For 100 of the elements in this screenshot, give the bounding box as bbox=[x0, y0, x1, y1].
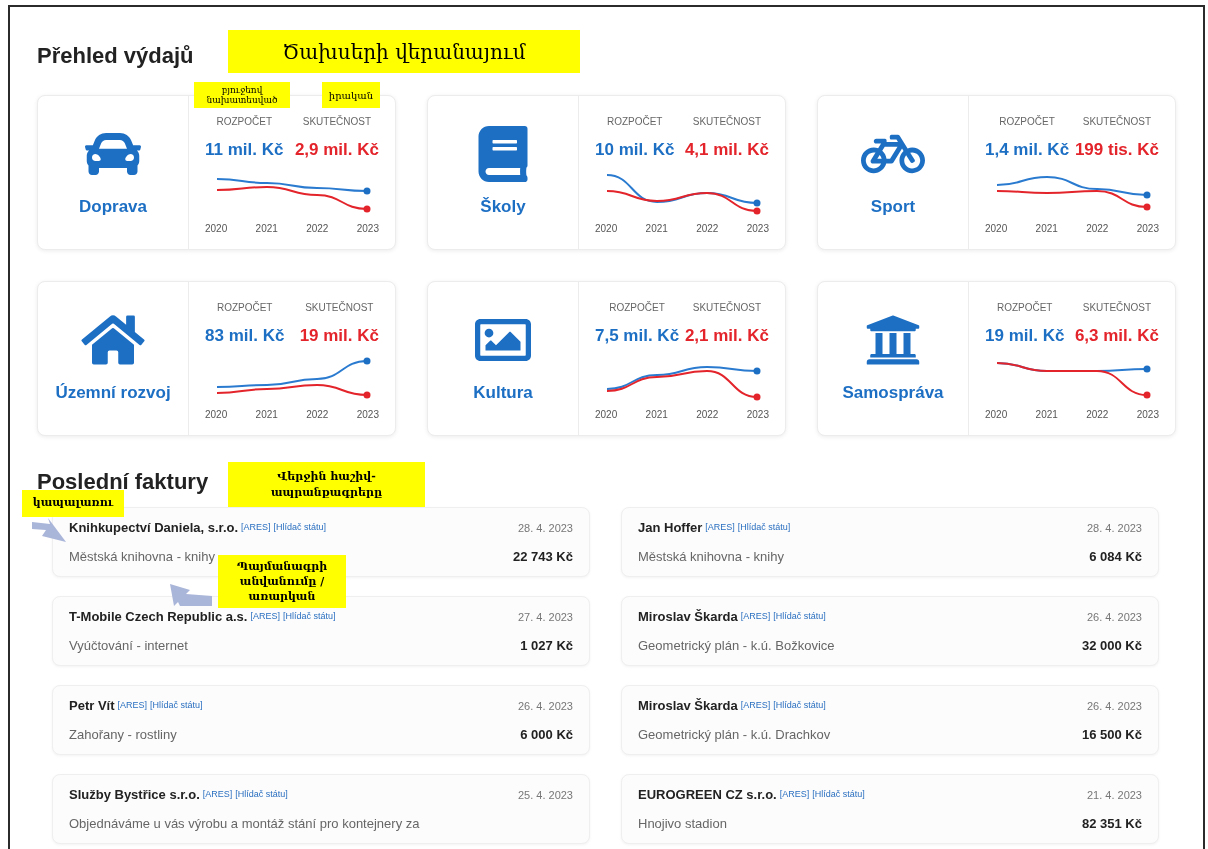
budget-label: ROZPOČET bbox=[999, 114, 1055, 129]
budget-label: ROZPOČET bbox=[606, 114, 663, 129]
invoice-card[interactable]: Petr Vít [ARES] [Hlídač státu] 26. 4. 2023 Zahořany - rostliny 6 000 Kč bbox=[52, 685, 590, 755]
budget-value: 83 mil. Kč bbox=[205, 325, 285, 347]
annotation-label: բյուջեով նախատեսված bbox=[194, 82, 290, 108]
actual-value: 6,3 mil. Kč bbox=[1074, 325, 1159, 347]
year-label: 2022 bbox=[1086, 407, 1109, 422]
category-name: Doprava bbox=[79, 195, 147, 218]
registry-link[interactable]: [Hlídač státu] bbox=[773, 610, 826, 624]
budget-value: 10 mil. Kč bbox=[595, 139, 675, 161]
registry-link[interactable]: [Hlídač státu] bbox=[282, 610, 336, 624]
invoice-subject: Objednáváme u vás výrobu a montáž stání pro kontejnery za bbox=[69, 814, 420, 833]
invoice-amount: 32 000 Kč bbox=[1082, 636, 1142, 655]
year-label: 2023 bbox=[746, 221, 769, 236]
invoice-amount: 22 743 Kč bbox=[513, 547, 573, 566]
category-card[interactable]: Školy ROZPOČET 10 mil. Kč SKUTEČNOST 4,1 mil. Kč 2020 2021 2022 2023 bbox=[427, 95, 786, 250]
supplier-name: Miroslav Škarda bbox=[638, 608, 738, 626]
invoice-subject: Geometrický plán - k.ú. Božkovice bbox=[638, 636, 835, 655]
invoice-card[interactable]: Jan Hoffer [ARES] [Hlídač státu] 28. 4. 2023 Městská knihovna - knihy 6 084 Kč bbox=[621, 507, 1159, 577]
category-card[interactable]: Samospráva ROZPOČET 19 mil. Kč SKUTEČNOST 6,3 mil. Kč 2020 2021 2022 2023 bbox=[817, 281, 1176, 436]
budget-label: ROZPOČET bbox=[609, 300, 665, 315]
supplier-name: Knihkupectví Daniela, s.r.o. bbox=[69, 519, 239, 537]
registry-link[interactable]: [ARES] bbox=[779, 788, 810, 802]
actual-value: 4,1 mil. Kč bbox=[684, 139, 769, 161]
year-label: 2022 bbox=[696, 407, 719, 422]
actual-label: SKUTEČNOST bbox=[1082, 300, 1152, 315]
actual-label: SKUTEČNOST bbox=[692, 300, 762, 315]
year-label: 2021 bbox=[1035, 221, 1058, 236]
callout-arrow bbox=[32, 518, 68, 544]
supplier-name: EUROGREEN CZ s.r.o. bbox=[638, 786, 777, 804]
actual-label: SKUTEČNOST bbox=[1082, 114, 1152, 129]
year-label: 2020 bbox=[595, 221, 618, 236]
registry-link[interactable]: [Hlídač státu] bbox=[773, 699, 826, 713]
invoice-subject: Hnojivo stadion bbox=[638, 814, 727, 833]
year-label: 2021 bbox=[255, 221, 278, 236]
year-label: 2021 bbox=[255, 407, 278, 422]
budget-value: 7,5 mil. Kč bbox=[595, 325, 680, 347]
category-name: Územní rozvoj bbox=[55, 381, 171, 404]
year-label: 2022 bbox=[696, 221, 719, 236]
supplier-name: Jan Hoffer bbox=[638, 519, 703, 537]
category-name: Školy bbox=[480, 195, 526, 218]
invoice-amount: 1 027 Kč bbox=[520, 636, 573, 655]
registry-link[interactable]: [ARES] bbox=[740, 699, 771, 713]
invoice-subject: Městská knihovna - knihy bbox=[638, 547, 784, 566]
year-label: 2021 bbox=[645, 407, 668, 422]
supplier-name: T-Mobile Czech Republic a.s. bbox=[69, 608, 248, 626]
registry-link[interactable]: [Hlídač státu] bbox=[150, 699, 203, 713]
actual-value: 19 mil. Kč bbox=[299, 325, 379, 347]
invoice-subject: Zahořany - rostliny bbox=[69, 725, 177, 744]
registry-link[interactable]: [ARES] bbox=[241, 521, 271, 535]
invoice-date: 26. 4. 2023 bbox=[1086, 609, 1142, 625]
year-label: 2020 bbox=[595, 407, 618, 422]
invoice-amount: 16 500 Kč bbox=[1082, 725, 1142, 744]
budget-label: ROZPOČET bbox=[216, 300, 273, 315]
annotation-label: կապալառու bbox=[22, 490, 124, 517]
year-label: 2023 bbox=[1136, 221, 1159, 236]
invoice-amount: 6 084 Kč bbox=[1089, 547, 1142, 566]
invoice-card[interactable]: EUROGREEN CZ s.r.o. [ARES] [Hlídač státu] 21. 4. 2023 Hnojivo stadion 82 351 Kč bbox=[621, 774, 1159, 844]
budget-value: 11 mil. Kč bbox=[205, 139, 284, 161]
supplier-name: Služby Bystřice s.r.o. bbox=[69, 786, 200, 804]
category-card[interactable]: Územní rozvoj ROZPOČET 83 mil. Kč SKUTEČNOST 19 mil. Kč 2020 2021 2022 2023 bbox=[37, 281, 396, 436]
budget-label: ROZPOČET bbox=[216, 114, 272, 129]
invoice-date: 26. 4. 2023 bbox=[1086, 698, 1142, 714]
registry-link[interactable]: [Hlídač státu] bbox=[273, 521, 327, 535]
registry-link[interactable]: [Hlídač státu] bbox=[812, 788, 865, 802]
invoice-card[interactable]: Služby Bystřice s.r.o. [ARES] [Hlídač státu] 25. 4. 2023 Objednáváme u vás výrobu a montáž stání pro kontejnery za bbox=[52, 774, 590, 844]
year-label: 2021 bbox=[1035, 407, 1058, 422]
registry-link[interactable]: [ARES] bbox=[117, 699, 148, 713]
actual-value: 2,9 mil. Kč bbox=[294, 139, 379, 161]
invoice-date: 25. 4. 2023 bbox=[517, 787, 573, 803]
registry-link[interactable]: [ARES] bbox=[740, 610, 771, 624]
supplier-name: Petr Vít bbox=[69, 697, 115, 715]
actual-value: 199 tis. Kč bbox=[1074, 139, 1159, 161]
year-label: 2022 bbox=[1086, 221, 1109, 236]
registry-link[interactable]: [Hlídač státu] bbox=[737, 521, 791, 535]
invoice-amount: 82 351 Kč bbox=[1082, 814, 1142, 833]
registry-link[interactable]: [ARES] bbox=[202, 788, 233, 802]
year-label: 2020 bbox=[985, 221, 1008, 236]
invoice-date: 21. 4. 2023 bbox=[1086, 787, 1142, 803]
actual-value: 2,1 mil. Kč bbox=[684, 325, 769, 347]
budget-value: 1,4 mil. Kč bbox=[985, 139, 1070, 161]
registry-link[interactable]: [Hlídač státu] bbox=[235, 788, 288, 802]
year-label: 2020 bbox=[985, 407, 1008, 422]
annotation-label: իրական bbox=[322, 82, 380, 108]
invoice-subject: Městská knihovna - knihy bbox=[69, 547, 215, 566]
year-label: 2022 bbox=[306, 407, 329, 422]
invoice-amount: 6 000 Kč bbox=[520, 725, 573, 744]
category-card[interactable]: Sport ROZPOČET 1,4 mil. Kč SKUTEČNOST 199 tis. Kč 2020 2021 2022 2023 bbox=[817, 95, 1176, 250]
section-title: Přehled výdajů bbox=[37, 42, 194, 70]
supplier-name: Miroslav Škarda bbox=[638, 697, 738, 715]
callout-arrow bbox=[168, 582, 212, 608]
year-label: 2020 bbox=[205, 407, 228, 422]
category-card[interactable]: Kultura ROZPOČET 7,5 mil. Kč SKUTEČNOST 2,1 mil. Kč 2020 2021 2022 2023 bbox=[427, 281, 786, 436]
actual-label: SKUTEČNOST bbox=[302, 114, 372, 129]
invoice-card[interactable]: Miroslav Škarda [ARES] [Hlídač státu] 26. 4. 2023 Geometrický plán - k.ú. Božkovice 32 000 Kč bbox=[621, 596, 1159, 666]
registry-link[interactable]: [ARES] bbox=[705, 521, 735, 535]
category-name: Kultura bbox=[473, 381, 533, 404]
budget-label: ROZPOČET bbox=[996, 300, 1053, 315]
invoice-card[interactable]: Miroslav Škarda [ARES] [Hlídač státu] 26. 4. 2023 Geometrický plán - k.ú. Drachkov 16 500 Kč bbox=[621, 685, 1159, 755]
registry-link[interactable]: [ARES] bbox=[250, 610, 280, 624]
